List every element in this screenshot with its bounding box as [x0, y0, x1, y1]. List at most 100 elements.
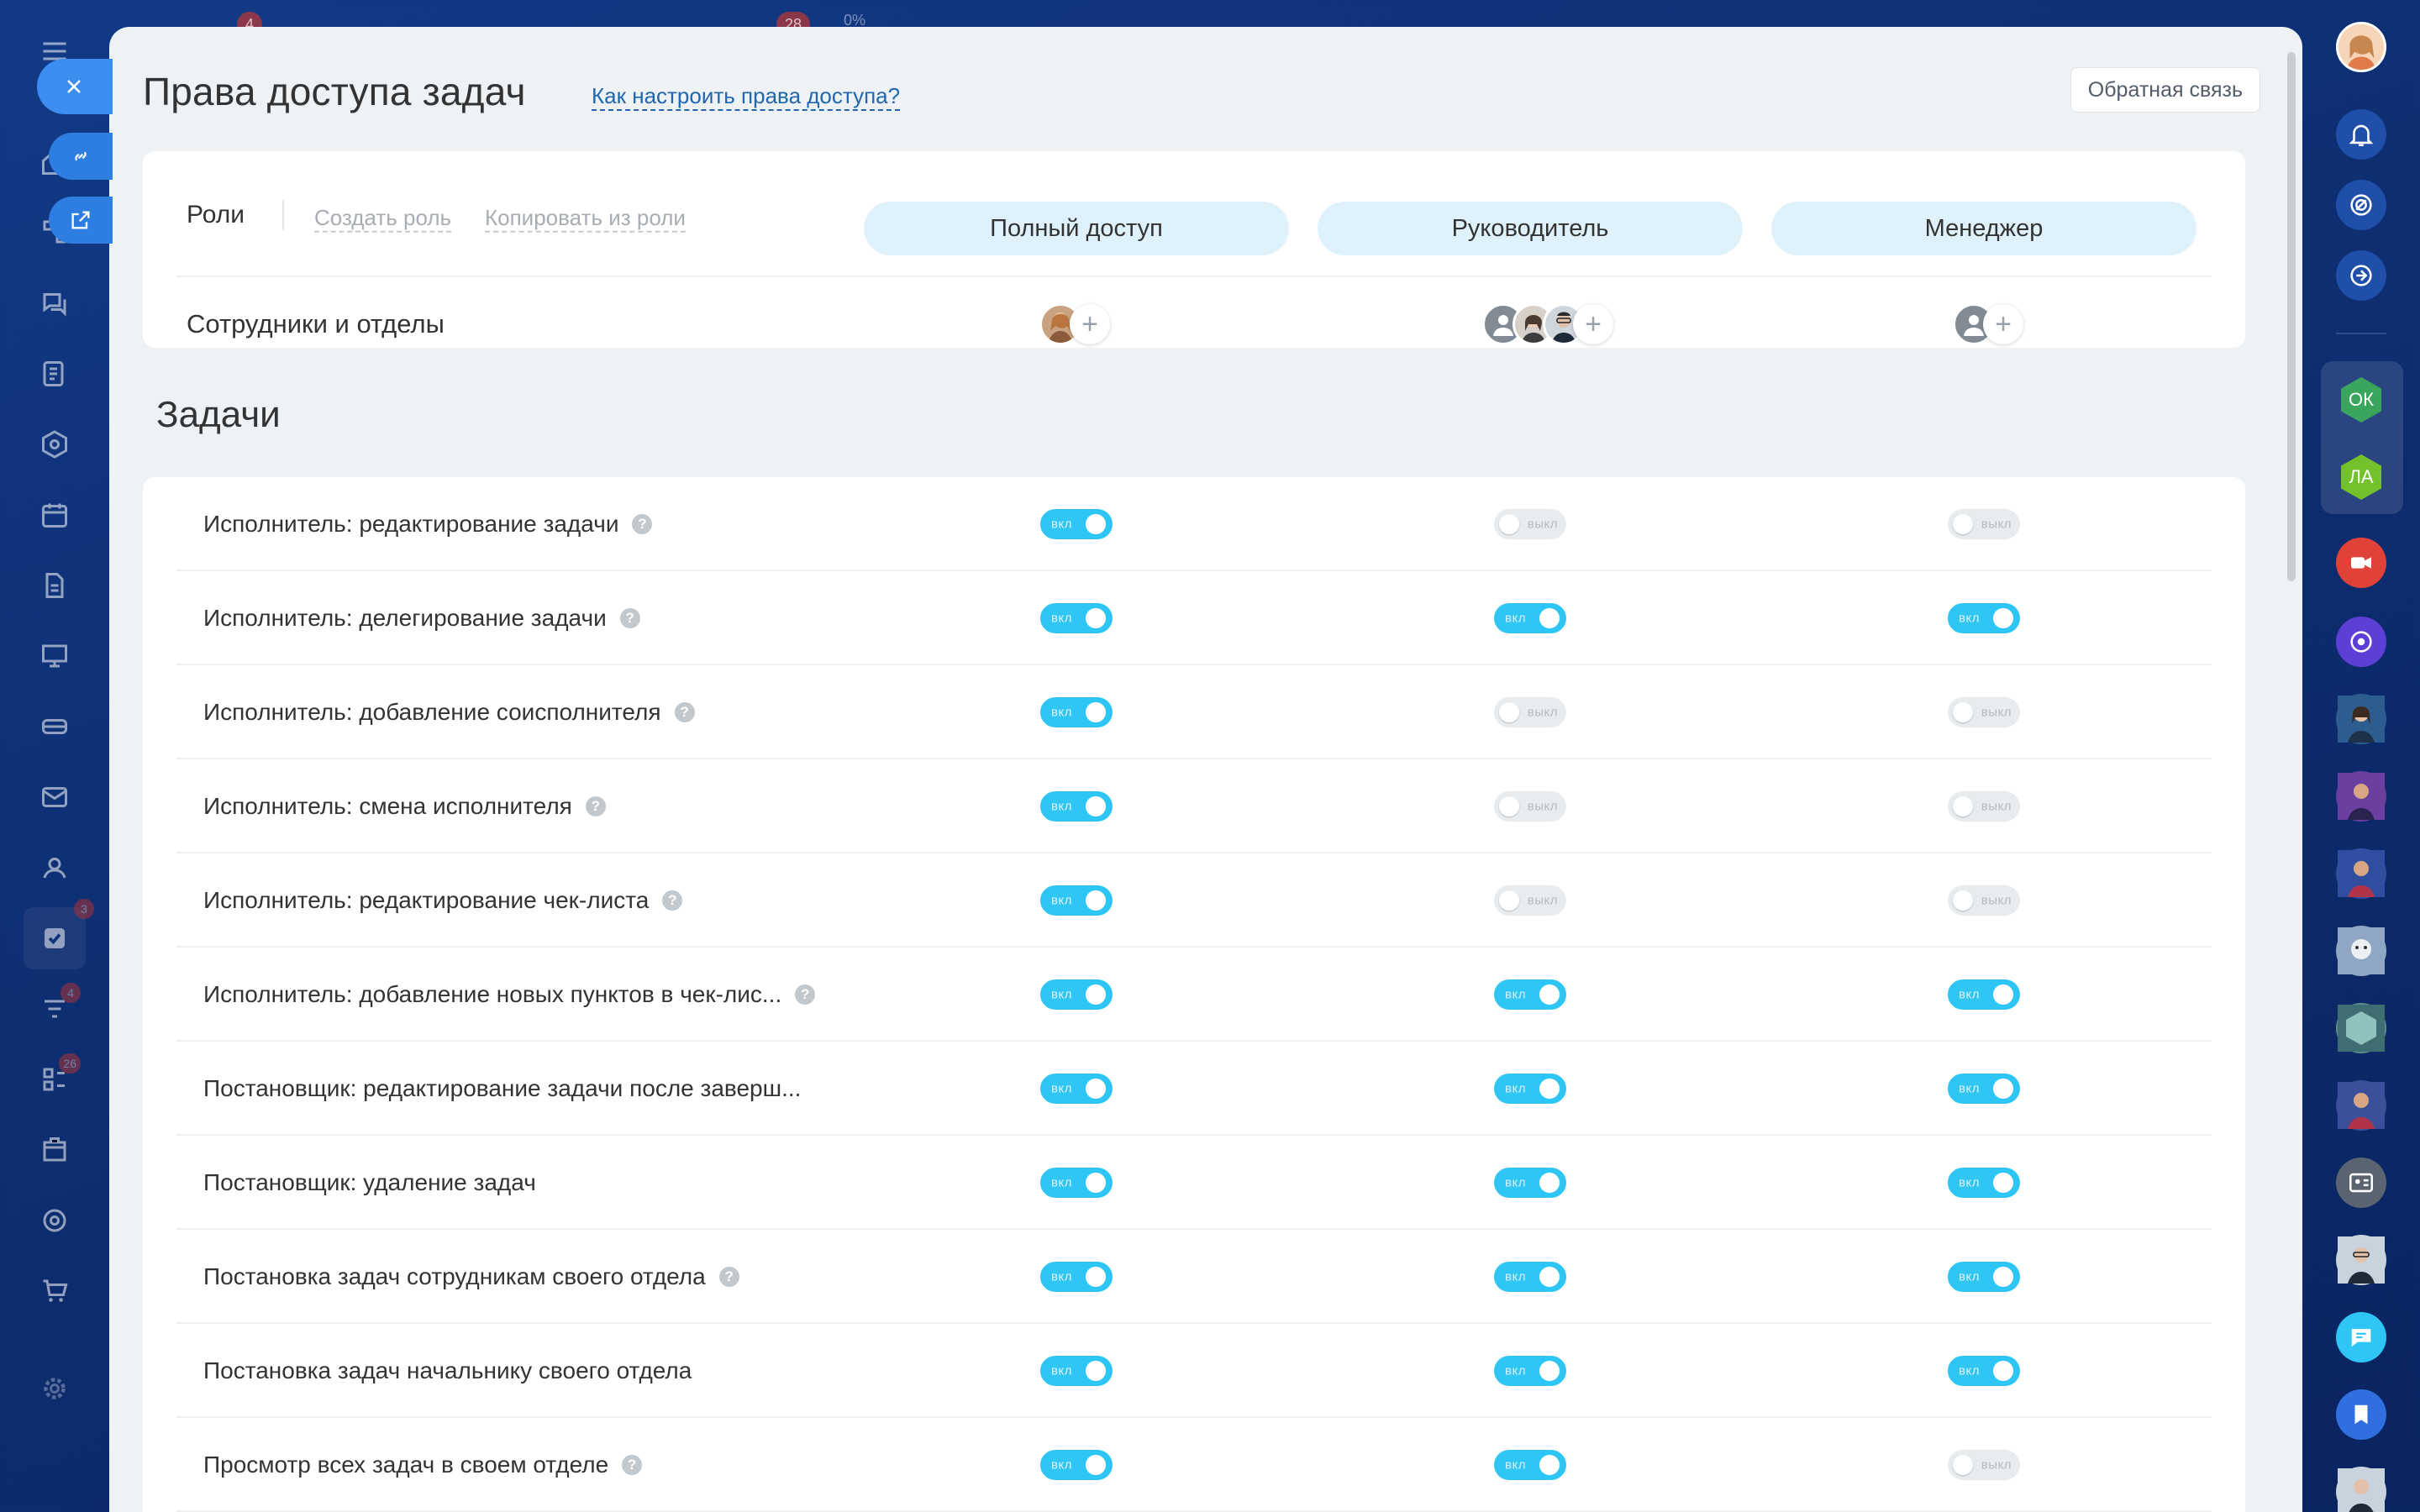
- permission-toggle[interactable]: вкл: [1494, 1168, 1566, 1198]
- help-hint-icon[interactable]: ?: [674, 702, 695, 722]
- permission-toggle[interactable]: выкл: [1494, 697, 1566, 727]
- news-feed-icon[interactable]: [37, 356, 72, 391]
- toggle-knob: [1539, 1079, 1560, 1099]
- hexagon-icon[interactable]: [37, 427, 72, 462]
- bookmark-icon[interactable]: [2336, 1389, 2386, 1440]
- toggle-knob: [1993, 1079, 2013, 1099]
- target-icon[interactable]: [37, 1203, 72, 1238]
- permission-toggle[interactable]: выкл: [1494, 509, 1566, 539]
- feedback-button[interactable]: Обратная связь: [2070, 67, 2260, 113]
- toggle-knob: [1086, 1267, 1106, 1287]
- calendar-icon[interactable]: [37, 497, 72, 533]
- permission-toggle[interactable]: вкл: [1948, 1074, 2020, 1104]
- role-full-access[interactable]: Полный доступ: [864, 202, 1289, 255]
- tasks-icon[interactable]: 3: [24, 899, 94, 969]
- mail-icon[interactable]: [37, 780, 72, 815]
- contact-avatar[interactable]: [2336, 1080, 2386, 1131]
- toggle-state-label: вкл: [1051, 517, 1072, 532]
- permission-toggle[interactable]: вкл: [1040, 697, 1113, 727]
- permission-toggle[interactable]: вкл: [1040, 791, 1113, 822]
- disk-icon[interactable]: [37, 709, 72, 744]
- user-avatar[interactable]: [2336, 22, 2386, 72]
- contact-avatar[interactable]: [2336, 1467, 2386, 1512]
- permission-toggle[interactable]: вкл: [1040, 1168, 1113, 1198]
- permission-toggle[interactable]: вкл: [1494, 1356, 1566, 1386]
- role-manager[interactable]: Менеджер: [1771, 202, 2196, 255]
- permission-toggle[interactable]: выкл: [1494, 885, 1566, 916]
- permission-toggle[interactable]: вкл: [1040, 603, 1113, 633]
- add-employee-button[interactable]: +: [1573, 304, 1613, 344]
- store-icon[interactable]: [37, 1132, 72, 1168]
- permission-toggle[interactable]: вкл: [1040, 979, 1113, 1010]
- contacts-icon[interactable]: [37, 850, 72, 885]
- permission-toggle[interactable]: выкл: [1948, 509, 2020, 539]
- permission-toggle[interactable]: вкл: [1494, 979, 1566, 1010]
- contact-card-icon[interactable]: [2336, 1158, 2386, 1208]
- help-hint-icon[interactable]: ?: [632, 514, 653, 534]
- permission-toggle[interactable]: вкл: [1494, 603, 1566, 633]
- permission-toggle[interactable]: вкл: [1040, 1356, 1113, 1386]
- contact-avatar[interactable]: [2336, 1003, 2386, 1053]
- permission-row: Исполнитель: добавление соисполнителя? вк…: [176, 665, 2212, 759]
- contact-avatar[interactable]: [2336, 848, 2386, 899]
- toggle-state-label: вкл: [1051, 1081, 1072, 1096]
- contact-avatar[interactable]: [2336, 771, 2386, 822]
- crm-icon[interactable]: 26: [37, 1053, 81, 1097]
- role-manager-head[interactable]: Руководитель: [1318, 202, 1743, 255]
- divider: [282, 200, 284, 230]
- permission-toggle[interactable]: вкл: [1040, 1074, 1113, 1104]
- permission-toggle[interactable]: выкл: [1948, 791, 2020, 822]
- close-slider-button[interactable]: [37, 59, 113, 114]
- help-hint-icon[interactable]: ?: [718, 1267, 739, 1287]
- copilot-icon[interactable]: [2336, 180, 2386, 230]
- permission-toggle[interactable]: вкл: [1948, 603, 2020, 633]
- permission-toggle[interactable]: выкл: [1948, 885, 2020, 916]
- video-call-icon[interactable]: [2336, 538, 2386, 588]
- contact-avatar[interactable]: [2336, 926, 2386, 976]
- contact-avatar[interactable]: [2336, 694, 2386, 744]
- group-chat-la[interactable]: ЛА: [2336, 452, 2386, 502]
- permission-row: Исполнитель: смена исполнителя? вкл выкл вы…: [176, 759, 2212, 853]
- presentation-icon[interactable]: [37, 638, 72, 674]
- permission-toggle[interactable]: вкл: [1494, 1262, 1566, 1292]
- create-role-link[interactable]: Создать роль: [314, 204, 452, 233]
- help-hint-icon[interactable]: ?: [585, 796, 606, 816]
- help-hint-icon[interactable]: ?: [795, 984, 816, 1005]
- copy-link-tab[interactable]: [49, 133, 113, 180]
- help-hint-icon[interactable]: ?: [619, 608, 640, 628]
- permission-toggle[interactable]: вкл: [1948, 1262, 2020, 1292]
- messages-icon[interactable]: [2336, 1312, 2386, 1362]
- settings-icon[interactable]: [37, 1371, 72, 1406]
- permission-toggle[interactable]: вкл: [1494, 1074, 1566, 1104]
- notifications-bell-icon[interactable]: [2336, 109, 2386, 160]
- document-icon[interactable]: [37, 568, 72, 603]
- ai-assistant-icon[interactable]: [2336, 617, 2386, 667]
- chat-icon[interactable]: [37, 286, 72, 321]
- permission-toggle[interactable]: вкл: [1040, 509, 1113, 539]
- help-hint-icon[interactable]: ?: [622, 1455, 643, 1475]
- feed-filter-icon[interactable]: 4: [37, 983, 81, 1026]
- cart-icon[interactable]: [37, 1273, 72, 1309]
- copy-from-role-link[interactable]: Копировать из роли: [485, 204, 686, 233]
- open-in-new-window-tab[interactable]: [49, 197, 113, 244]
- permission-toggle[interactable]: вкл: [1948, 1356, 2020, 1386]
- permission-toggle[interactable]: вкл: [1040, 1262, 1113, 1292]
- group-chat-label: ОК: [2349, 389, 2374, 410]
- permission-toggle[interactable]: выкл: [1948, 697, 2020, 727]
- add-employee-button[interactable]: +: [1983, 304, 2023, 344]
- help-link[interactable]: Как настроить права доступа?: [592, 82, 901, 111]
- help-hint-icon[interactable]: ?: [662, 890, 683, 911]
- permission-toggle[interactable]: вкл: [1494, 1450, 1566, 1480]
- permission-toggle[interactable]: вкл: [1948, 1168, 2020, 1198]
- permission-toggle[interactable]: вкл: [1948, 979, 2020, 1010]
- contact-avatar[interactable]: [2336, 1235, 2386, 1285]
- add-employee-button[interactable]: +: [1070, 304, 1110, 344]
- permission-toggle[interactable]: вкл: [1040, 885, 1113, 916]
- search-chat-icon[interactable]: [2336, 250, 2386, 301]
- group-chat-ok[interactable]: ОК: [2336, 375, 2386, 425]
- permission-toggle[interactable]: выкл: [1494, 791, 1566, 822]
- permission-toggle[interactable]: выкл: [1948, 1450, 2020, 1480]
- scrollbar[interactable]: [2287, 52, 2296, 581]
- toggle-knob: [1539, 1361, 1560, 1381]
- permission-toggle[interactable]: вкл: [1040, 1450, 1113, 1480]
